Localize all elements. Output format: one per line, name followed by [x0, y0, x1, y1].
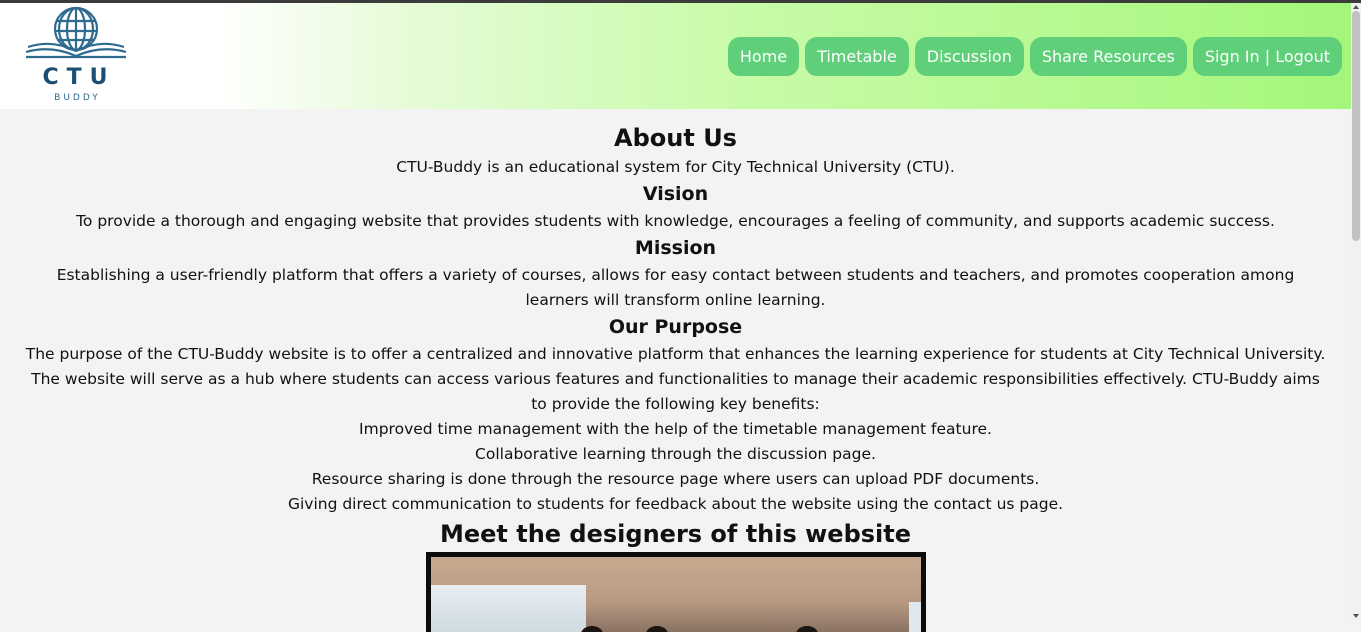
designers-heading: Meet the designers of this website: [439, 520, 912, 548]
mission-heading: Mission: [634, 237, 717, 259]
benefit-item: Giving direct communication to students …: [287, 495, 1064, 513]
benefit-item: Improved time management with the help o…: [359, 420, 992, 438]
vision-text: To provide a thorough and engaging websi…: [76, 212, 1275, 230]
scrollbar-thumb[interactable]: [1352, 11, 1360, 241]
mission-text-line-1: Establishing a user-friendly platform th…: [56, 266, 1295, 284]
site-header: CTU BUDDY Home Timetable Discussion Shar…: [0, 3, 1351, 109]
photo-person-head: [581, 626, 603, 632]
scroll-down-arrow-icon[interactable]: [1353, 614, 1359, 618]
photo-window-right: [909, 602, 921, 632]
nav-home-button[interactable]: Home: [727, 37, 800, 76]
about-intro-text: CTU-Buddy is an educational system for C…: [396, 158, 955, 176]
about-section: About Us CTU-Buddy is an educational sys…: [0, 109, 1351, 632]
purpose-heading: Our Purpose: [608, 316, 743, 338]
benefit-item: Collaborative learning through the discu…: [475, 445, 876, 463]
nav-timetable-button[interactable]: Timetable: [805, 37, 909, 76]
benefit-item: Resource sharing is done through the res…: [311, 470, 1040, 488]
photo-person-head: [796, 626, 818, 632]
purpose-text-line-1: The purpose of the CTU-Buddy website is …: [25, 345, 1326, 363]
logo-title: CTU: [42, 65, 116, 90]
nav-sign-in-logout-button[interactable]: Sign In | Logout: [1192, 37, 1342, 76]
purpose-text-line-3: to provide the following key benefits:: [531, 395, 820, 413]
designers-photo: [426, 552, 926, 632]
vertical-scrollbar[interactable]: [1351, 3, 1361, 621]
vision-heading: Vision: [642, 183, 709, 205]
about-heading: About Us: [614, 124, 737, 152]
scroll-up-arrow-icon[interactable]: [1353, 5, 1359, 9]
ctu-buddy-logo[interactable]: CTU BUDDY: [24, 5, 128, 105]
globe-book-icon: [25, 6, 127, 59]
purpose-text-line-2: The website will serve as a hub where st…: [31, 370, 1320, 388]
nav-discussion-button[interactable]: Discussion: [914, 37, 1024, 76]
logo-subtitle: BUDDY: [54, 93, 101, 103]
main-nav: Home Timetable Discussion Share Resource…: [727, 37, 1342, 76]
mission-text-line-2: learners will transform online learning.: [525, 291, 826, 309]
photo-window: [431, 585, 586, 632]
nav-share-resources-button[interactable]: Share Resources: [1029, 37, 1187, 76]
photo-person-head: [646, 626, 668, 632]
